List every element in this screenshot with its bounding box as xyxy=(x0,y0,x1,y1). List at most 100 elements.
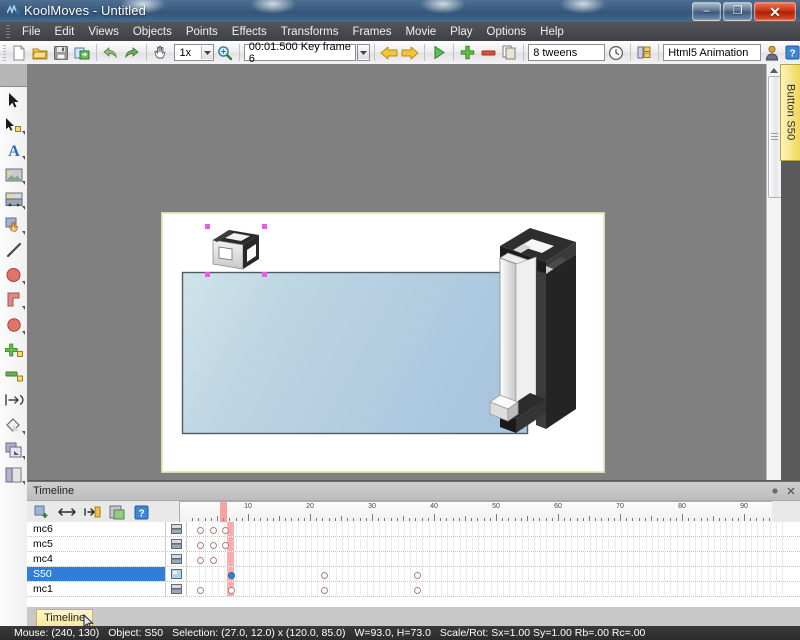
layer-name[interactable]: mc6 xyxy=(27,522,166,536)
menu-edit[interactable]: Edit xyxy=(48,24,82,40)
menu-help[interactable]: Help xyxy=(533,24,571,40)
add-layer-button[interactable] xyxy=(32,503,51,521)
movie-clip-icon[interactable] xyxy=(166,537,187,551)
menu-file[interactable]: File xyxy=(15,24,48,40)
keyframe-marker[interactable] xyxy=(228,587,235,594)
keyframe-marker[interactable] xyxy=(210,557,217,564)
keyframe-marker[interactable] xyxy=(197,587,204,594)
keyframe-marker[interactable] xyxy=(414,572,421,579)
menu-transforms[interactable]: Transforms xyxy=(274,24,346,40)
menu-objects[interactable]: Objects xyxy=(126,24,179,40)
menu-effects[interactable]: Effects xyxy=(225,24,274,40)
close-button[interactable]: ✕ xyxy=(754,2,796,21)
action-hand-tool[interactable] xyxy=(0,212,27,237)
zoom-tool-button[interactable] xyxy=(215,42,235,64)
layer-track[interactable] xyxy=(187,522,800,536)
export-button[interactable] xyxy=(72,42,92,64)
export-type-field[interactable]: Html5 Animation xyxy=(663,44,761,61)
layer-name[interactable]: mc1 xyxy=(27,582,166,596)
next-frame-button[interactable] xyxy=(400,42,420,64)
layer-name[interactable]: S50 xyxy=(27,567,166,581)
timeline-row[interactable]: mc1 xyxy=(27,582,800,597)
timeline-tab[interactable]: Timeline xyxy=(36,609,93,627)
timecode-field[interactable]: 00:01.500 Key frame 6 xyxy=(244,44,356,61)
keyframe-marker[interactable] xyxy=(210,527,217,534)
menu-options[interactable]: Options xyxy=(480,24,534,40)
cube-object[interactable] xyxy=(207,226,265,276)
ellipse-tool[interactable] xyxy=(0,262,27,287)
gradient-tool[interactable] xyxy=(0,462,27,487)
maximize-button[interactable]: ❐ xyxy=(723,2,752,21)
gradient-panel-object[interactable] xyxy=(181,271,529,435)
menu-play[interactable]: Play xyxy=(443,24,479,40)
morph-tool[interactable] xyxy=(0,387,27,412)
menu-points[interactable]: Points xyxy=(179,24,225,40)
circle-shape-tool[interactable] xyxy=(0,312,27,337)
menu-frames[interactable]: Frames xyxy=(345,24,398,40)
user-button[interactable] xyxy=(762,42,782,64)
timeline-row[interactable]: mc5 xyxy=(27,537,800,552)
save-file-button[interactable] xyxy=(51,42,71,64)
open-file-button[interactable] xyxy=(30,42,50,64)
close-icon[interactable] xyxy=(784,485,797,498)
keyframe-marker[interactable] xyxy=(321,572,328,579)
zoom-level-combo[interactable]: 1x xyxy=(174,44,214,61)
keyframe-marker[interactable] xyxy=(222,527,229,534)
layer-name[interactable]: mc4 xyxy=(27,552,166,566)
chevron-down-icon[interactable] xyxy=(201,46,213,59)
redo-button[interactable] xyxy=(122,42,142,64)
bar-tool[interactable] xyxy=(0,362,27,387)
movie-clip-icon[interactable] xyxy=(166,552,187,566)
add-frame-button[interactable] xyxy=(458,42,478,64)
selection-handle-tl[interactable] xyxy=(205,224,210,229)
canvas-area[interactable] xyxy=(27,64,773,480)
minimize-button[interactable]: – xyxy=(692,2,721,21)
timeline-row[interactable]: mc4 xyxy=(27,552,800,567)
toolbar-grip[interactable] xyxy=(3,45,6,61)
keyframe-marker[interactable] xyxy=(414,587,421,594)
copy-frame-button[interactable] xyxy=(499,42,519,64)
insert-frame-button[interactable] xyxy=(82,503,101,521)
movie-clip-tool[interactable] xyxy=(0,187,27,212)
movie-clip-icon[interactable] xyxy=(166,522,187,536)
selection-handle-bl[interactable] xyxy=(205,272,210,277)
button-icon[interactable] xyxy=(166,567,187,581)
menu-movie[interactable]: Movie xyxy=(398,24,443,40)
keyframe-marker[interactable] xyxy=(197,557,204,564)
pan-hand-button[interactable] xyxy=(151,42,171,64)
timing-button[interactable] xyxy=(606,42,626,64)
rectangle-tool[interactable] xyxy=(0,287,27,312)
bracket-object[interactable] xyxy=(478,224,588,459)
chevron-down-icon-2[interactable] xyxy=(358,46,369,59)
move-layer-button[interactable] xyxy=(57,503,76,521)
remove-frame-button[interactable] xyxy=(479,42,499,64)
point-select-tool[interactable] xyxy=(0,112,27,137)
playhead-marker[interactable] xyxy=(220,502,227,523)
image-tool[interactable] xyxy=(0,162,27,187)
timeline-row[interactable]: mc6 xyxy=(27,522,800,537)
copy-layer-button[interactable] xyxy=(107,503,126,521)
timeline-ruler[interactable]: 102030405060708090 xyxy=(179,501,772,524)
keyframe-marker[interactable] xyxy=(197,542,204,549)
play-button[interactable] xyxy=(429,42,449,64)
layer-track[interactable] xyxy=(187,552,800,566)
select-tool[interactable] xyxy=(0,87,27,112)
keyframe-marker[interactable] xyxy=(321,587,328,594)
timecode-dropdown[interactable] xyxy=(357,44,370,61)
layer-name[interactable]: mc5 xyxy=(27,537,166,551)
playhead-marker[interactable] xyxy=(227,552,234,566)
line-tool[interactable] xyxy=(0,237,27,262)
tweens-field[interactable]: 8 tweens xyxy=(528,44,605,61)
menu-views[interactable]: Views xyxy=(81,24,125,40)
keyframe-marker[interactable] xyxy=(222,542,229,549)
stage[interactable] xyxy=(162,213,604,472)
add-point-tool[interactable] xyxy=(0,337,27,362)
selection-handle-tr[interactable] xyxy=(262,224,267,229)
layer-track[interactable] xyxy=(187,537,800,551)
pin-icon[interactable] xyxy=(768,485,781,498)
duplicate-tool[interactable] xyxy=(0,437,27,462)
layers-button[interactable] xyxy=(634,42,654,64)
undo-button[interactable] xyxy=(101,42,121,64)
movie-clip-icon[interactable] xyxy=(166,582,187,596)
timeline-help-button[interactable]: ? xyxy=(132,503,151,521)
